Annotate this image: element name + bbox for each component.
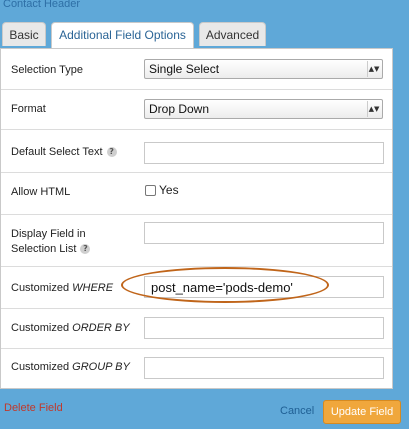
allow-html-label: Allow HTML [11,186,71,198]
row-customized-order-by: Customized ORDER BY [1,309,392,349]
default-select-text-input[interactable] [144,142,384,164]
selection-type-label: Selection Type [11,64,83,76]
help-icon[interactable]: ? [106,147,117,158]
row-display-field: Display Field in Selection List? [1,215,392,267]
tab-additional-field-options[interactable]: Additional Field Options [51,22,194,48]
display-field-label-line2: Selection List [11,243,77,255]
display-field-label-line1: Display Field in [11,228,86,240]
format-label: Format [11,103,46,115]
row-default-select-text: Default Select Text? [1,130,392,173]
selection-type-select[interactable]: Single Select ▲▼ [144,59,383,79]
section-title: Contact Header [3,0,81,10]
cancel-link[interactable]: Cancel [280,405,314,417]
customized-group-by-label: Customized GROUP BY [11,360,130,375]
customized-order-by-label-em: ORDER BY [72,322,130,334]
tab-advanced[interactable]: Advanced [199,22,266,46]
format-select[interactable]: Drop Down ▲▼ [144,99,383,119]
row-format: Format Drop Down ▲▼ [1,90,392,130]
default-select-text-label: Default Select Text? [11,145,117,160]
display-field-label: Display Field in Selection List? [11,227,91,257]
customized-group-by-label-em: GROUP BY [72,361,130,373]
help-icon[interactable]: ? [80,244,91,255]
customized-order-by-label-prefix: Customized [11,322,73,334]
row-customized-group-by: Customized GROUP BY [1,349,392,388]
tab-basic[interactable]: Basic [2,22,46,46]
selection-type-value: Single Select [149,62,220,76]
select-arrows-icon: ▲▼ [367,101,380,117]
select-arrows-icon: ▲▼ [367,61,380,77]
customized-where-label-em: WHERE [72,282,114,294]
delete-field-link[interactable]: Delete Field [4,402,63,414]
customized-where-label: Customized WHERE [11,281,113,296]
row-selection-type: Selection Type Single Select ▲▼ [1,49,392,90]
format-value: Drop Down [149,102,210,116]
customized-order-by-label: Customized ORDER BY [11,321,130,336]
highlight-ring [121,267,329,303]
row-allow-html: Allow HTML [1,173,392,215]
update-field-button[interactable]: Update Field [323,400,401,424]
default-select-text-label-text: Default Select Text [11,146,103,158]
customized-group-by-input[interactable] [144,357,384,379]
display-field-input[interactable] [144,222,384,244]
allow-html-checkbox[interactable] [145,185,156,196]
allow-html-checkbox-label[interactable]: Yes [159,183,179,197]
customized-group-by-label-prefix: Customized [11,361,73,373]
options-panel: Selection Type Single Select ▲▼ Format D… [0,48,393,389]
customized-where-label-prefix: Customized [11,282,73,294]
customized-order-by-input[interactable] [144,317,384,339]
